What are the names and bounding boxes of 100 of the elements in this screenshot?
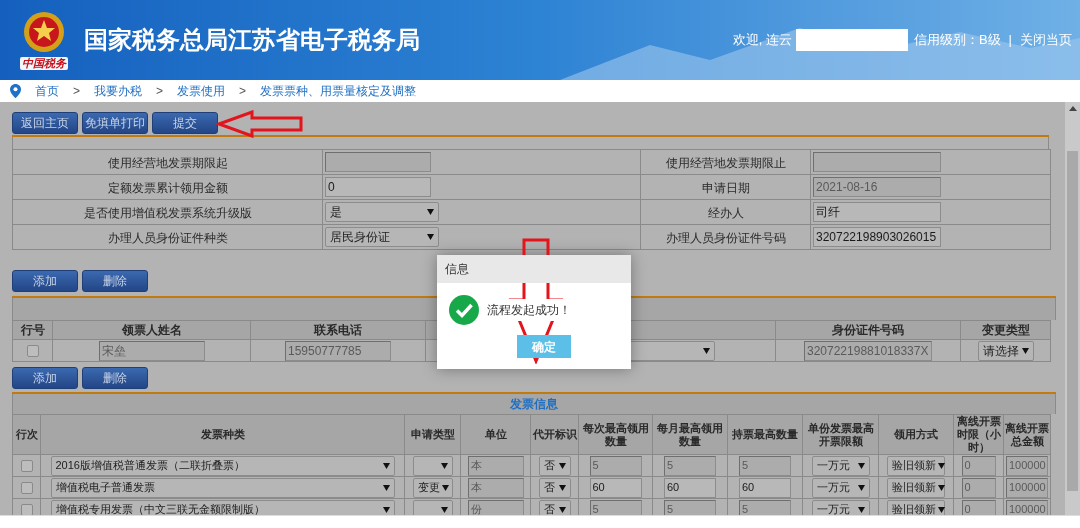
- caret-icon: [938, 462, 945, 469]
- breadcrumb-link[interactable]: 发票票种、用票量核定及调整: [260, 82, 417, 100]
- field-label: 经办人: [707, 206, 744, 220]
- caret-icon: [558, 484, 566, 491]
- dropdown[interactable]: 验旧领新: [887, 455, 945, 476]
- dropdown[interactable]: 一万元: [811, 455, 870, 476]
- column-header: 每月最高领用数量: [657, 421, 723, 447]
- dropdown[interactable]: 变更: [412, 477, 453, 498]
- dropdown[interactable]: 居民身份证: [325, 227, 439, 247]
- caret-icon: [558, 462, 566, 469]
- section-title: 发票信息: [510, 396, 558, 413]
- dropdown[interactable]: 请选择: [977, 340, 1034, 361]
- emblem-icon: [23, 10, 65, 54]
- dropdown[interactable]: 是: [325, 202, 439, 222]
- input-field[interactable]: 60: [664, 477, 716, 498]
- dropdown[interactable]: 验旧领新: [887, 477, 945, 498]
- column-header: 变更类型: [981, 323, 1030, 337]
- credit-level: 信用级别：B级: [913, 31, 1001, 50]
- caret-icon: [938, 506, 945, 513]
- caret-icon: [857, 462, 865, 469]
- caret-icon: [857, 484, 865, 491]
- left-arrow-icon: [216, 110, 304, 138]
- caret-icon: [382, 462, 390, 469]
- checkbox[interactable]: [26, 344, 39, 357]
- input-field[interactable]: 60: [589, 477, 642, 498]
- dropdown[interactable]: 2016版增值税普通发票（二联折叠票）: [50, 455, 395, 476]
- caret-icon: [382, 506, 390, 513]
- scrollbar-thumb[interactable]: [1067, 151, 1078, 491]
- breadcrumb-separator: >: [73, 83, 80, 100]
- field-label: 使用经营地发票期限止: [665, 156, 786, 170]
- action-button[interactable]: 删除: [82, 270, 148, 292]
- action-button[interactable]: 提交: [152, 112, 218, 134]
- caret-icon: [440, 462, 448, 469]
- caret-icon: [382, 484, 390, 491]
- breadcrumb-link[interactable]: 我要办税: [94, 82, 142, 100]
- input-field[interactable]: 0: [325, 177, 431, 197]
- checkbox[interactable]: [20, 503, 33, 515]
- caret-icon: [441, 484, 449, 491]
- field-label: 办理人员身份证件号码: [665, 231, 786, 245]
- caret-icon: [703, 347, 710, 354]
- checkbox[interactable]: [20, 481, 33, 494]
- column-header: 联系电话: [314, 323, 362, 337]
- scrollbar[interactable]: [1065, 102, 1080, 515]
- caret-icon: [440, 506, 448, 513]
- action-button[interactable]: 添加: [12, 270, 78, 292]
- action-button[interactable]: 添加: [12, 367, 78, 389]
- dropdown[interactable]: 一万元: [811, 477, 870, 498]
- action-button[interactable]: 返回主页: [12, 112, 78, 134]
- dropdown[interactable]: 一万元: [811, 499, 870, 515]
- column-header: 身份证件号码: [832, 323, 904, 337]
- location-pin-icon: [10, 84, 21, 98]
- action-button[interactable]: 免填单打印: [82, 112, 148, 134]
- dialog-title: 信息: [445, 261, 469, 278]
- caret-icon: [1021, 347, 1029, 354]
- input-field[interactable]: 320722198903026015: [813, 227, 941, 247]
- column-header: 离线开票总金额: [1005, 421, 1049, 447]
- column-header: 申请类型: [410, 428, 455, 440]
- success-check-icon: [449, 295, 479, 325]
- column-header: 领票人姓名: [121, 323, 182, 337]
- column-header: 领用方式: [894, 428, 938, 440]
- field-label: 使用经营地发票期限起: [107, 156, 228, 170]
- dropdown[interactable]: 验旧领新: [887, 499, 945, 515]
- column-header: 代开标识: [532, 428, 577, 440]
- input-field[interactable]: 60: [739, 477, 791, 498]
- breadcrumb-separator: >: [156, 83, 164, 100]
- field-label: 是否使用增值税发票系统升级版: [83, 206, 252, 220]
- caret-icon: [938, 484, 945, 491]
- site-title: 国家税务总局江苏省电子税务局: [84, 25, 420, 55]
- field-label: 申请日期: [701, 181, 750, 195]
- column-header: 持票最高数量: [732, 428, 798, 440]
- column-header: 单份发票最高开票限额: [807, 421, 874, 447]
- scroll-up-arrow-icon[interactable]: [1068, 106, 1077, 111]
- caret-icon: [558, 506, 566, 513]
- dropdown[interactable]: 否: [538, 499, 571, 515]
- separator-text: |: [1008, 31, 1012, 50]
- dropdown[interactable]: [412, 499, 453, 515]
- caret-icon: [857, 506, 865, 513]
- column-header: 行号: [20, 323, 45, 337]
- dropdown[interactable]: 增值税专用发票（中文三联无金额限制版）: [50, 499, 395, 515]
- welcome-text: 欢迎, 连云: [732, 31, 792, 50]
- field-label: 办理人员身份证件种类: [107, 231, 228, 245]
- action-button[interactable]: 删除: [82, 367, 148, 389]
- breadcrumb-separator: >: [239, 83, 247, 100]
- column-header: 离线开票时限（小时）: [956, 415, 1001, 453]
- logo-text: 中国税务: [20, 57, 68, 70]
- field-label: 定额发票累计领用金额: [107, 181, 228, 195]
- dropdown[interactable]: 否: [538, 477, 571, 498]
- breadcrumb-link[interactable]: 发票使用: [177, 82, 226, 100]
- dropdown[interactable]: 增值税电子普通发票: [50, 477, 395, 498]
- caret-icon: [427, 209, 434, 215]
- checkbox[interactable]: [20, 459, 33, 472]
- column-header: 行次: [15, 428, 38, 440]
- column-header: 单位: [484, 428, 507, 440]
- input-field[interactable]: 司纤: [813, 202, 941, 222]
- column-header: 发票种类: [200, 428, 245, 440]
- dropdown[interactable]: [412, 455, 453, 476]
- dropdown[interactable]: 否: [538, 455, 571, 476]
- breadcrumb-link[interactable]: 首页: [35, 82, 59, 100]
- caret-icon: [427, 234, 434, 240]
- column-header: 每次最高领用数量: [582, 421, 649, 447]
